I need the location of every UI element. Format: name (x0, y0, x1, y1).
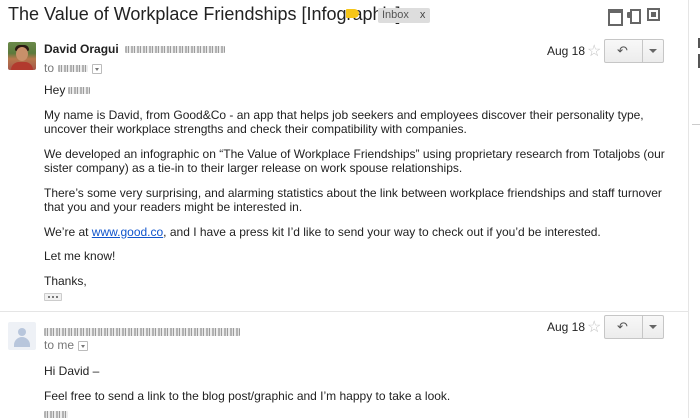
message-2: to me Aug 18 ☆ ↶ Hi David – Feel free to… (0, 311, 688, 418)
label-icon[interactable] (346, 9, 359, 18)
more-options-button[interactable] (643, 40, 663, 62)
right-sidebar-edge (688, 0, 700, 418)
show-details-dropdown[interactable] (78, 340, 89, 351)
paragraph: My name is David, from Good&Co - an app … (44, 107, 644, 137)
redacted-sender (44, 327, 240, 336)
message-body: Hey My name is David, from Good&Co - an … (44, 83, 680, 305)
redacted-signature (44, 411, 68, 418)
reply-button-group: ↶ (604, 315, 664, 339)
paragraph: There’s some very surprising, and alarmi… (44, 185, 662, 215)
trimmed-content-wrapper (44, 288, 680, 305)
reply-button[interactable]: ↶ (605, 40, 643, 62)
inbox-label: Inbox (382, 9, 409, 21)
print-icon[interactable] (627, 8, 641, 24)
inbox-label-chip[interactable]: Inbox x (378, 8, 431, 23)
reply-button[interactable]: ↶ (605, 316, 643, 338)
star-icon[interactable]: ☆ (587, 41, 601, 61)
reply-icon: ↶ (617, 43, 628, 58)
recipient-line: to me (44, 338, 89, 352)
recipient-line: to (44, 61, 103, 75)
message-date: Aug 18 (547, 320, 586, 334)
redacted-email (124, 46, 225, 54)
sidebar-divider (692, 124, 700, 125)
toolbar-icons (607, 8, 660, 26)
archive-icon[interactable] (607, 8, 623, 26)
greeting: Hi David – (44, 364, 100, 378)
closing-line: Thanks, (44, 273, 87, 288)
show-trimmed-content-button[interactable] (44, 293, 62, 301)
subject-bar: The Value of Workplace Friendships [Info… (0, 0, 700, 30)
email-subject: The Value of Workplace Friendships [Info… (8, 4, 401, 24)
reply-button-group: ↶ (604, 39, 664, 63)
sender-name[interactable]: David Oragui (44, 42, 225, 56)
remove-label-button[interactable]: x (420, 9, 426, 21)
redacted-name (68, 87, 91, 95)
show-details-dropdown[interactable] (92, 63, 103, 74)
message-date: Aug 18 (547, 44, 586, 58)
paragraph: Feel free to send a link to the blog pos… (44, 388, 451, 403)
greeting: Hey (44, 83, 680, 98)
website-link[interactable]: www.good.co (92, 225, 163, 239)
signature (44, 403, 680, 418)
message-body: Hi David – Feel free to send a link to t… (44, 364, 680, 418)
sender-name-text: David Oragui (44, 42, 119, 56)
reply-icon: ↶ (617, 319, 628, 334)
to-label: to me (44, 338, 75, 352)
paragraph-with-link: We’re at www.good.co, and I have a press… (44, 224, 601, 239)
closing-line: Let me know! (44, 249, 116, 263)
new-window-icon[interactable] (647, 8, 660, 21)
paragraph: We developed an infographic on “The Valu… (44, 146, 665, 176)
star-icon[interactable]: ☆ (587, 317, 601, 337)
more-options-button[interactable] (643, 316, 663, 338)
redacted-recipient (58, 65, 89, 73)
to-label: to (44, 61, 55, 75)
sender-avatar[interactable] (8, 42, 36, 70)
sender-avatar[interactable] (8, 322, 36, 350)
